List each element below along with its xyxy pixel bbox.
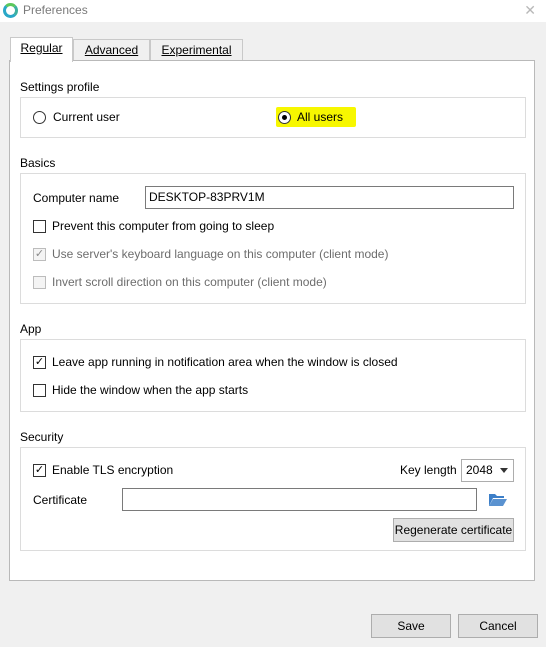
all-users-label[interactable]: All users xyxy=(297,110,343,124)
certificate-input[interactable] xyxy=(122,488,477,511)
certificate-label: Certificate xyxy=(33,493,88,507)
prevent-sleep-label[interactable]: Prevent this computer from going to slee… xyxy=(52,219,274,233)
tab-panel-regular: Settings profile Current user All users … xyxy=(9,60,535,581)
key-length-select[interactable]: 2048 xyxy=(461,459,514,482)
title-bar: Preferences ✕ xyxy=(0,0,546,22)
computer-name-input[interactable]: DESKTOP-83PRV1M xyxy=(145,186,514,209)
leave-running-label[interactable]: Leave app running in notification area w… xyxy=(52,355,398,369)
chevron-down-icon xyxy=(500,468,508,473)
settings-profile-group: Current user All users xyxy=(20,97,526,138)
cancel-button[interactable]: Cancel xyxy=(458,614,538,638)
basics-group: Computer name DESKTOP-83PRV1M Prevent th… xyxy=(20,173,526,304)
computer-name-label: Computer name xyxy=(33,191,120,205)
invert-scroll-checkbox[interactable] xyxy=(33,276,46,289)
security-group: ✓ Enable TLS encryption Key length 2048 … xyxy=(20,447,526,551)
hide-window-label[interactable]: Hide the window when the app starts xyxy=(52,383,248,397)
key-length-value: 2048 xyxy=(466,463,493,477)
window-title: Preferences xyxy=(23,3,88,17)
regenerate-certificate-button[interactable]: Regenerate certificate xyxy=(393,518,514,542)
keyboard-language-label: Use server's keyboard language on this c… xyxy=(52,247,389,261)
app-logo-icon xyxy=(3,3,18,18)
leave-running-checkbox[interactable]: ✓ xyxy=(33,356,46,369)
settings-profile-title: Settings profile xyxy=(20,80,100,94)
app-title: App xyxy=(20,322,42,336)
enable-tls-label[interactable]: Enable TLS encryption xyxy=(52,463,173,477)
tab-regular[interactable]: Regular xyxy=(10,37,73,62)
all-users-radio[interactable] xyxy=(278,111,291,124)
current-user-radio[interactable] xyxy=(33,111,46,124)
save-button[interactable]: Save xyxy=(371,614,451,638)
current-user-label[interactable]: Current user xyxy=(53,110,120,124)
key-length-label: Key length xyxy=(400,463,457,477)
hide-window-checkbox[interactable] xyxy=(33,384,46,397)
enable-tls-checkbox[interactable]: ✓ xyxy=(33,464,46,477)
folder-open-icon[interactable] xyxy=(488,492,508,507)
keyboard-language-checkbox[interactable]: ✓ xyxy=(33,248,46,261)
prevent-sleep-checkbox[interactable] xyxy=(33,220,46,233)
app-group: ✓ Leave app running in notification area… xyxy=(20,339,526,412)
tab-experimental[interactable]: Experimental xyxy=(150,39,243,61)
basics-title: Basics xyxy=(20,156,56,170)
security-title: Security xyxy=(20,430,64,444)
tab-advanced[interactable]: Advanced xyxy=(73,39,150,61)
invert-scroll-label: Invert scroll direction on this computer… xyxy=(52,275,327,289)
close-icon[interactable]: ✕ xyxy=(524,2,536,19)
